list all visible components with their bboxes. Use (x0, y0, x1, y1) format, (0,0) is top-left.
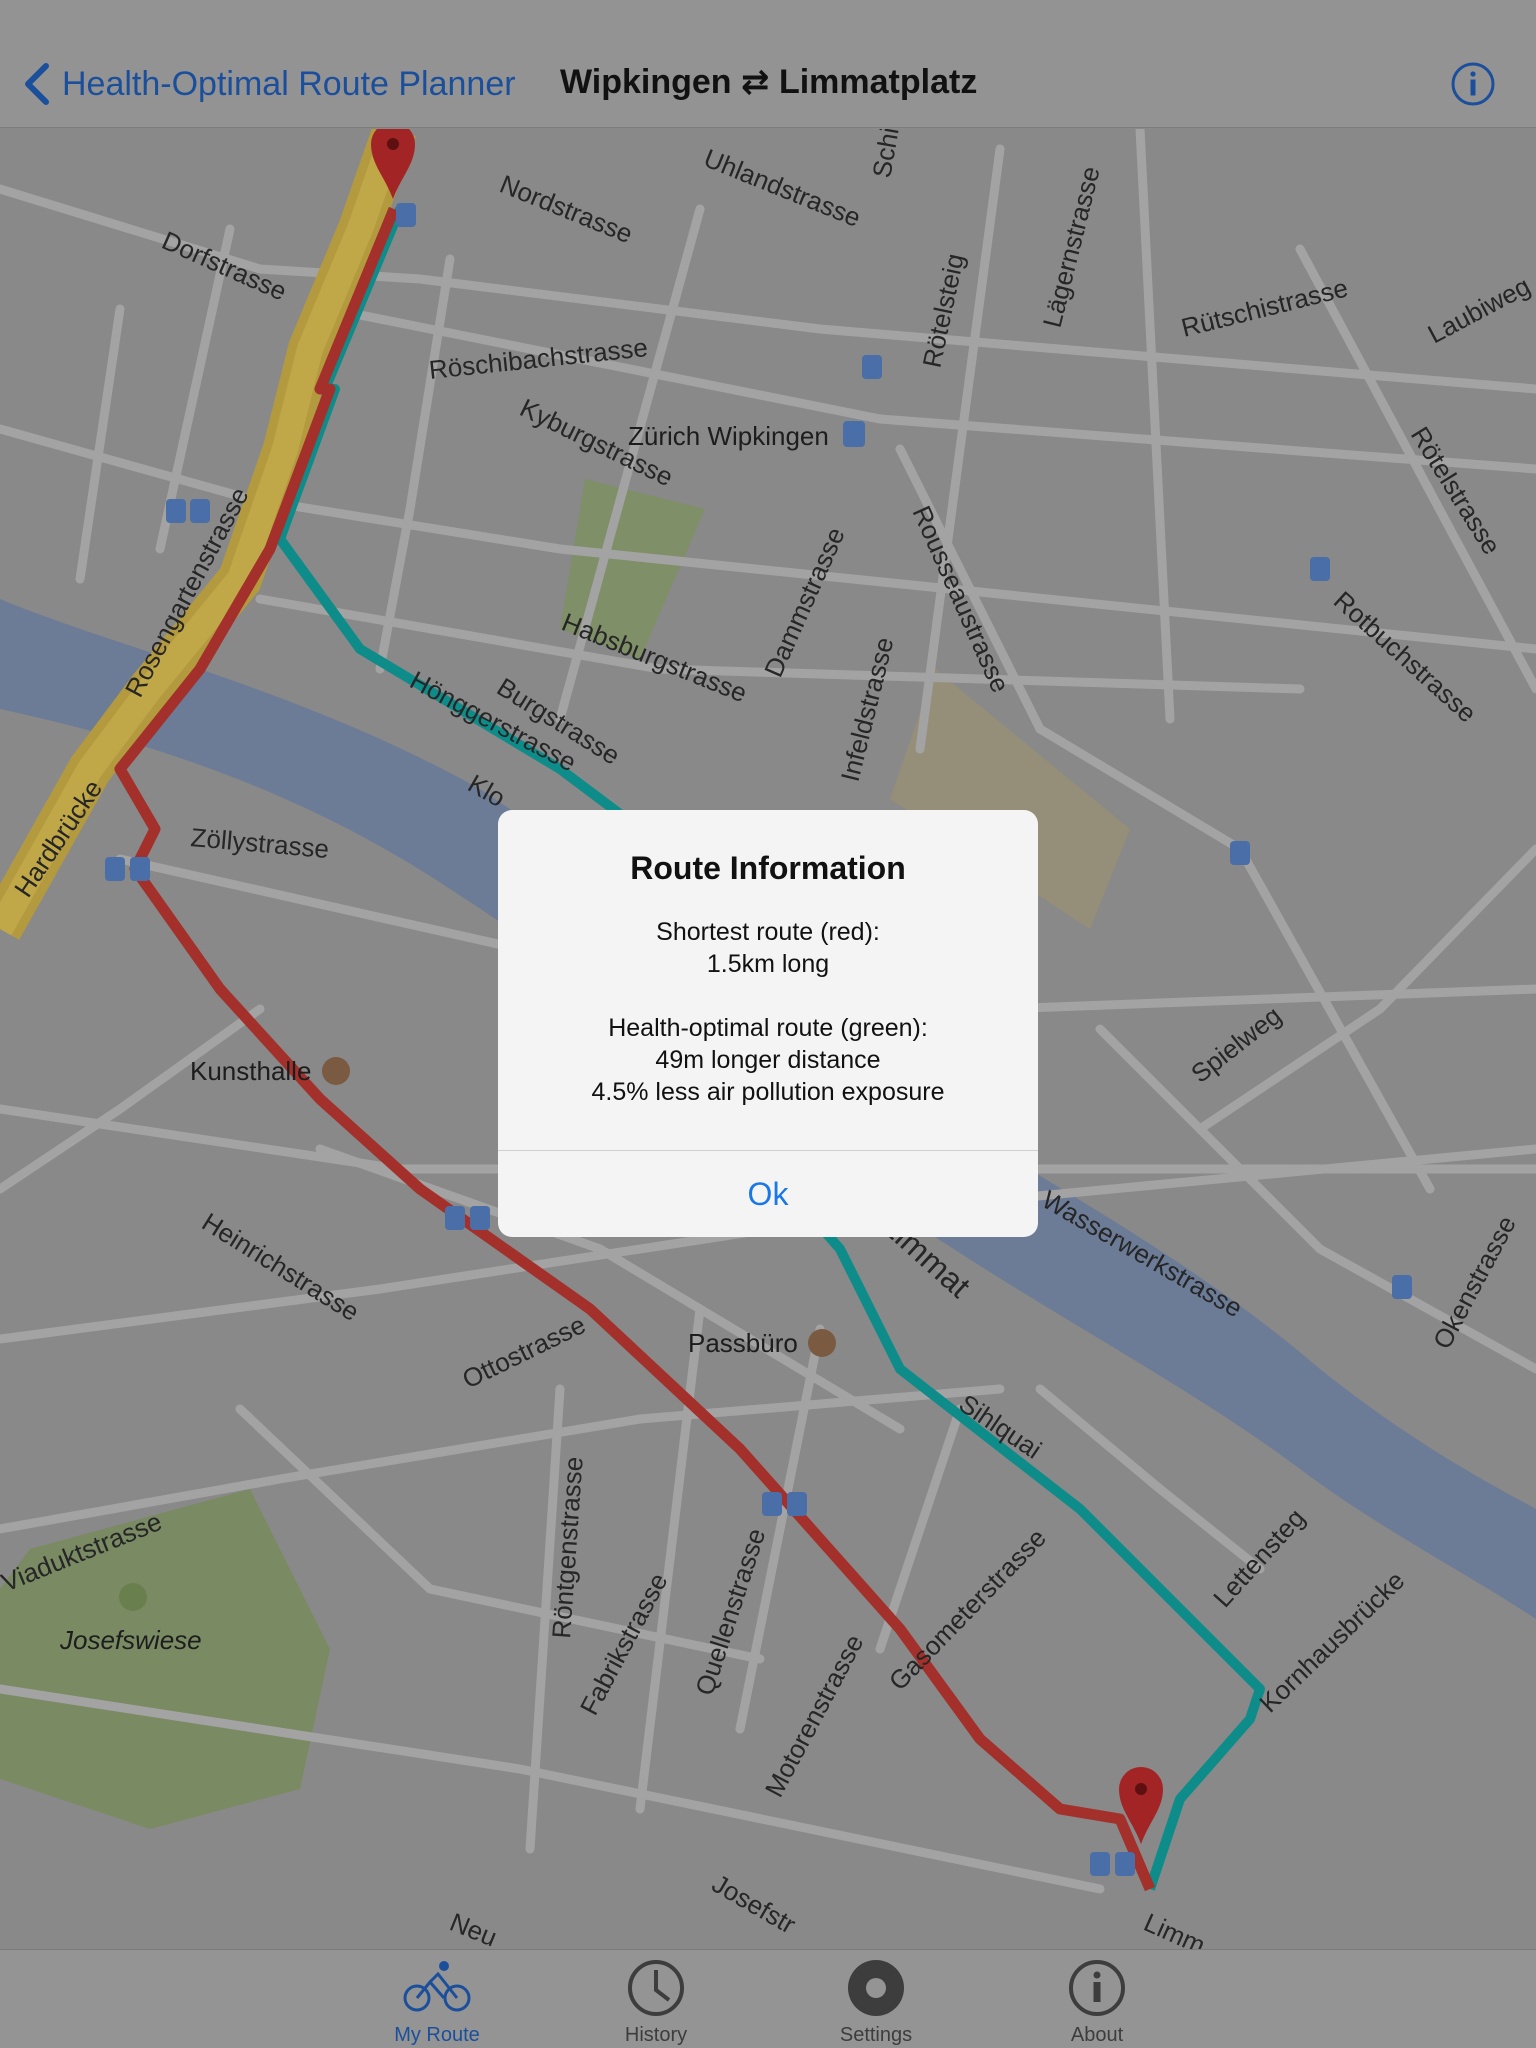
chevron-left-icon (25, 63, 49, 105)
back-button-label: Health-Optimal Route Planner (62, 64, 516, 103)
clock-icon (628, 1960, 684, 2016)
dialog-text: 1.5km long (706, 950, 830, 978)
tab-about[interactable]: About (1027, 1958, 1167, 2048)
tab-label: Settings (839, 2024, 913, 2046)
navigation-bar: Health-Optimal Route Planner Wipkingen ⇄… (0, 0, 1536, 128)
dialog-title: Route Information (630, 850, 906, 886)
info-circle-icon[interactable] (1450, 61, 1496, 107)
tab-label: About (1070, 2024, 1124, 2046)
tree-icon (119, 1583, 147, 1611)
dialog-text: 49m longer distance (655, 1046, 881, 1074)
tab-my-route[interactable]: My Route (367, 1958, 507, 2048)
bicycle-icon (403, 1961, 471, 2012)
gear-icon (848, 1960, 904, 2016)
ok-button[interactable]: Ok (498, 1151, 1038, 1237)
info-circle-icon (1069, 1960, 1125, 2016)
poi-label: Passbüro (688, 1328, 798, 1358)
back-button[interactable]: Health-Optimal Route Planner (22, 60, 516, 108)
page-title: Wipkingen ⇄ Limmatplatz (560, 63, 978, 101)
poi-label: Kunsthalle (190, 1056, 311, 1086)
dialog-text: 4.5% less air pollution exposure (591, 1078, 945, 1106)
poi-label: Josefswiese (59, 1625, 202, 1655)
poi-label: Zürich Wipkingen (628, 421, 829, 451)
tab-settings[interactable]: Settings (806, 1958, 946, 2048)
tab-label: My Route (394, 2024, 480, 2046)
tab-history[interactable]: History (586, 1958, 726, 2048)
dialog-text: Health-optimal route (green): (608, 1014, 928, 1042)
tab-label: History (624, 2024, 688, 2046)
tab-bar: My Route History Settings About (0, 1949, 1536, 2048)
dialog-text: Shortest route (red): (656, 918, 880, 946)
route-info-dialog: Route Information Shortest route (red): … (498, 810, 1038, 1237)
